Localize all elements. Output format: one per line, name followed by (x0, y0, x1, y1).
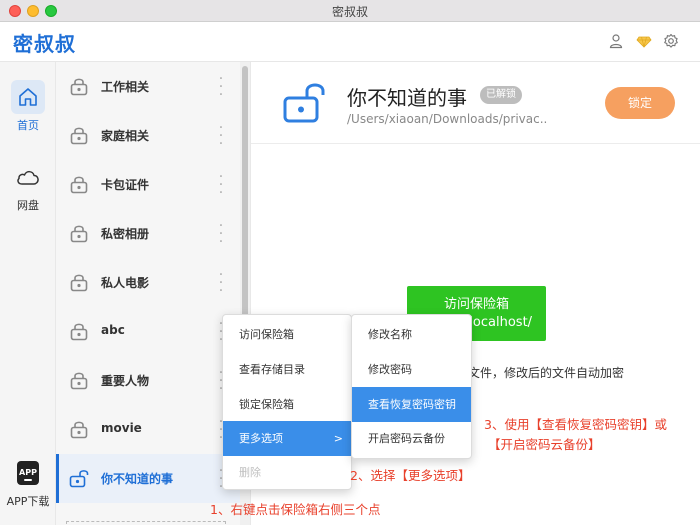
vault-name: 你不知道的事 (101, 472, 174, 486)
lock-icon (69, 419, 89, 443)
cloud-icon (11, 160, 45, 194)
add-vault-placeholder[interactable] (66, 521, 226, 525)
app-icon: APP (11, 456, 45, 490)
lock-icon (69, 272, 89, 296)
lock-icon (69, 370, 89, 394)
lock-icon (69, 174, 89, 198)
status-badge: 已解锁 (480, 86, 522, 104)
more-options-icon[interactable]: · · · (218, 121, 224, 151)
menu-item-more-options-label: 更多选项 (239, 432, 283, 445)
gear-icon[interactable] (663, 33, 679, 49)
nav-app-download[interactable]: APP APP下载 (0, 456, 56, 509)
annotation-step-3-line-2: 【开启密码云备份】 (488, 437, 601, 452)
unlocked-lock-icon (283, 80, 331, 128)
nav-app-download-label: APP下载 (6, 495, 50, 508)
nav-home-label: 首页 (17, 119, 39, 132)
vault-item-movies[interactable]: 私人电影 · · · (56, 258, 240, 307)
vault-item-family[interactable]: 家庭相关 · · · (56, 111, 240, 160)
left-nav-rail: 首页 网盘 APP APP下载 (0, 62, 56, 525)
nav-cloud-label: 网盘 (17, 199, 39, 212)
user-icon[interactable] (608, 33, 624, 49)
menu-item-more-options[interactable]: 更多选项 > (223, 421, 351, 456)
window-title: 密叔叔 (331, 5, 368, 19)
vault-name: 卡包证件 (101, 178, 150, 192)
lock-icon (69, 223, 89, 247)
encryption-hint: 内文件，修改后的文件自动加密 (456, 366, 625, 380)
more-options-icon[interactable]: · · · (218, 170, 224, 200)
vault-item-abc[interactable]: abc · · · (56, 307, 240, 356)
more-options-icon[interactable]: · · · (218, 72, 224, 102)
vault-item-movie[interactable]: movie · · · (56, 405, 240, 454)
menu-item-delete: 删除 (239, 466, 261, 479)
vault-name: abc (101, 323, 125, 337)
vault-item-work[interactable]: 工作相关 · · · (56, 62, 240, 111)
more-options-icon[interactable]: · · · (218, 219, 224, 249)
more-options-icon[interactable]: · · · (218, 268, 224, 298)
visit-vault-button-label: 访问保险箱 (443, 297, 509, 312)
vault-detail-header: 你不知道的事 已解锁 /Users/xiaoan/Downloads/priva… (251, 62, 700, 144)
app-header: 密叔叔 (0, 22, 700, 62)
brand-logo: 密叔叔 (13, 32, 76, 56)
menu-item-view-storage[interactable]: 查看存储目录 (223, 352, 351, 387)
vault-name: 私人电影 (101, 276, 150, 290)
nav-home[interactable]: 首页 (0, 80, 56, 133)
lock-icon (69, 321, 89, 345)
submenu-item-rename[interactable]: 修改名称 (352, 317, 471, 352)
menu-item-lock-vault[interactable]: 锁定保险箱 (223, 387, 351, 422)
vault-list: 工作相关 · · · 家庭相关 · · · 卡包证件 · · · 私密相册 · · · 私人电影… (56, 62, 240, 525)
nav-cloud[interactable]: 网盘 (0, 160, 56, 213)
context-menu: 访问保险箱 查看存储目录 锁定保险箱 更多选项 > 删除 (222, 314, 352, 490)
submenu-item-change-password[interactable]: 修改密码 (352, 352, 471, 387)
gem-icon[interactable] (636, 33, 652, 49)
vault-item-secret[interactable]: 你不知道的事 · · · (56, 454, 240, 503)
vault-name: 家庭相关 (101, 129, 150, 143)
submenu-item-cloud-backup[interactable]: 开启密码云备份 (352, 421, 471, 456)
submenu: 修改名称 修改密码 查看恢复密码密钥 开启密码云备份 (351, 314, 472, 459)
lock-icon (69, 125, 89, 149)
home-icon (11, 80, 45, 114)
vault-title: 你不知道的事 (347, 86, 467, 110)
vault-item-album[interactable]: 私密相册 · · · (56, 209, 240, 258)
chevron-right-icon: > (333, 432, 343, 445)
annotation-step-3-line-1: 3、使用【查看恢复密码密钥】或 (484, 417, 667, 432)
submenu-item-view-recovery-key[interactable]: 查看恢复密码密钥 (352, 387, 471, 422)
vault-item-cards[interactable]: 卡包证件 · · · (56, 160, 240, 209)
vault-name: movie (101, 421, 142, 435)
menu-item-visit-vault[interactable]: 访问保险箱 (223, 317, 351, 352)
vault-path: /Users/xiaoan/Downloads/privac... (347, 112, 547, 126)
annotation-step-1: 1、右键点击保险箱右侧三个点 (210, 502, 381, 517)
lock-icon (69, 76, 89, 100)
annotation-step-2: 2、选择【更多选项】 (350, 468, 471, 483)
vault-name: 重要人物 (101, 374, 150, 388)
lock-vault-button[interactable]: 锁定 (605, 87, 675, 119)
vault-name: 工作相关 (101, 80, 150, 94)
window-titlebar: 密叔叔 (0, 0, 700, 22)
vault-item-people[interactable]: 重要人物 · · · (56, 356, 240, 405)
app-icon-text: APP (19, 468, 37, 477)
vault-name: 私密相册 (101, 227, 150, 241)
unlocked-lock-icon (69, 468, 91, 492)
